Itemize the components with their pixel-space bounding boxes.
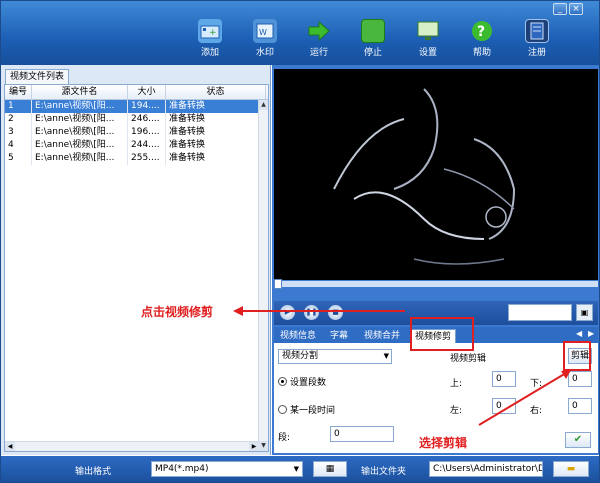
annotation-select-cut: 选择剪辑 (419, 436, 468, 450)
annotation-click-trim: 点击视频修剪 (141, 305, 214, 319)
annotation-arrows (233, 306, 571, 426)
app-window: _ × + 添加 W 水印 运行 停止 设置 ? 帮助 注册 视频文件列表 编号… (0, 0, 600, 483)
